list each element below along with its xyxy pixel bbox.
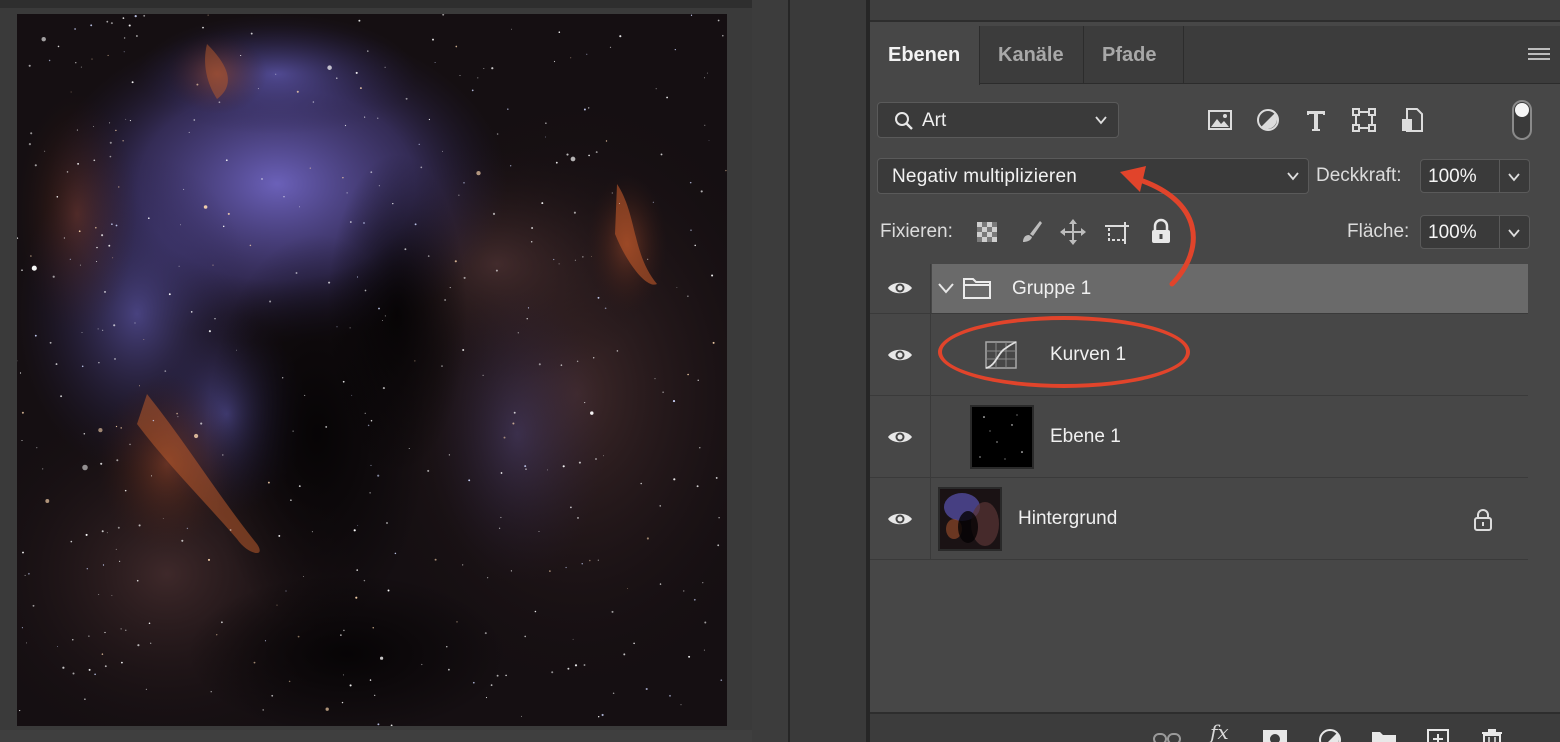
- fill-input[interactable]: 100%: [1420, 215, 1500, 249]
- panel-top-strip: [870, 0, 1560, 22]
- search-icon: [895, 112, 913, 130]
- document-image-nebula[interactable]: [17, 14, 727, 726]
- chevron-down-icon: [1508, 229, 1520, 238]
- new-layer-icon[interactable]: [1426, 724, 1450, 742]
- link-layers-icon[interactable]: [1152, 724, 1182, 742]
- canvas-vertical-scrollbar[interactable]: [752, 0, 788, 742]
- layer-name: Gruppe 1: [1012, 278, 1092, 299]
- opacity-label: Deckkraft:: [1316, 165, 1402, 186]
- layer-name: Hintergrund: [1018, 508, 1118, 529]
- layer-row-kurven-1[interactable]: Kurven 1: [870, 314, 1528, 396]
- adjustment-filter-icon[interactable]: [1254, 106, 1282, 134]
- layers-panel: Ebenen Kanäle Pfade Art Negativ multipli…: [870, 0, 1560, 742]
- layers-scrollbar[interactable]: [1528, 264, 1560, 712]
- eye-icon: [888, 282, 912, 294]
- nebula-thumbnail-image: [940, 489, 1000, 549]
- fill-value: 100%: [1428, 222, 1477, 243]
- stars-thumbnail-image: [972, 407, 1032, 467]
- lock-artboard-icon[interactable]: [1104, 218, 1130, 246]
- canvas-horizontal-scrollbar[interactable]: [0, 730, 752, 742]
- eye-icon: [888, 431, 912, 443]
- new-group-icon[interactable]: [1370, 724, 1398, 742]
- lock-transparent-pixels-icon[interactable]: [974, 218, 1000, 246]
- layer-thumbnail: [970, 405, 1034, 469]
- lock-position-icon[interactable]: [1060, 218, 1086, 246]
- visibility-toggle[interactable]: [870, 314, 931, 395]
- layer-lock-icon[interactable]: [1472, 508, 1494, 532]
- toggle-knob: [1515, 103, 1529, 117]
- tab-kanaele[interactable]: Kanäle: [980, 26, 1084, 84]
- filter-kind-label: Art: [922, 110, 947, 131]
- document-canvas-area[interactable]: [0, 0, 752, 742]
- layer-row-hintergrund[interactable]: Hintergrund: [870, 478, 1528, 560]
- delete-layer-icon[interactable]: [1480, 724, 1504, 742]
- curves-adjustment-icon: [985, 341, 1017, 369]
- layers-bottom-toolbar: fx: [870, 712, 1560, 742]
- image-filter-icon[interactable]: [1206, 106, 1234, 134]
- layer-thumbnail: [938, 487, 1002, 551]
- blend-mode-select[interactable]: Negativ multiplizieren: [877, 158, 1309, 194]
- visibility-toggle[interactable]: [870, 264, 931, 313]
- panel-dock-strip: [790, 0, 866, 742]
- panel-tabs-bar: Ebenen Kanäle Pfade: [870, 26, 1560, 85]
- layer-row-ebene-1[interactable]: Ebene 1: [870, 396, 1528, 478]
- filter-toggle-switch[interactable]: [1512, 100, 1532, 140]
- tab-pfade[interactable]: Pfade: [1084, 26, 1184, 84]
- visibility-toggle[interactable]: [870, 478, 931, 559]
- smart-object-filter-icon[interactable]: [1398, 106, 1426, 134]
- visibility-toggle[interactable]: [870, 396, 931, 477]
- canvas-top-strip: [0, 0, 752, 8]
- lock-image-pixels-icon[interactable]: [1018, 218, 1044, 246]
- chevron-down-icon: [1287, 172, 1299, 181]
- layer-filter-select[interactable]: Art: [877, 102, 1119, 138]
- eye-icon: [888, 349, 912, 361]
- lock-all-icon[interactable]: [1148, 218, 1174, 246]
- opacity-dropdown-button[interactable]: [1500, 159, 1530, 193]
- chevron-down-icon: [1095, 116, 1107, 125]
- layer-name: Ebene 1: [1050, 426, 1121, 447]
- layer-row-gruppe-1[interactable]: Gruppe 1: [870, 264, 1528, 314]
- nebula-artwork: [17, 14, 727, 726]
- tab-ebenen[interactable]: Ebenen: [870, 26, 980, 85]
- shape-filter-icon[interactable]: [1350, 106, 1378, 134]
- opacity-input[interactable]: 100%: [1420, 159, 1500, 193]
- folder-icon: [963, 278, 991, 299]
- chevron-down-icon[interactable]: [938, 282, 954, 294]
- type-filter-icon[interactable]: [1302, 106, 1330, 134]
- chevron-down-icon: [1508, 173, 1520, 182]
- add-mask-icon[interactable]: [1262, 724, 1288, 742]
- eye-icon: [888, 513, 912, 525]
- new-adjustment-icon[interactable]: [1318, 724, 1342, 742]
- panel-menu-icon[interactable]: [1528, 48, 1550, 62]
- fill-dropdown-button[interactable]: [1500, 215, 1530, 249]
- opacity-value: 100%: [1428, 166, 1477, 187]
- layer-name: Kurven 1: [1050, 344, 1127, 365]
- lock-label: Fixieren:: [880, 221, 953, 242]
- fx-icon[interactable]: fx: [1210, 720, 1229, 742]
- layers-list: Gruppe 1 Kurven 1 Ebene 1 Hintergrund: [870, 264, 1528, 560]
- fill-label: Fläche:: [1347, 221, 1410, 242]
- blend-mode-label: Negativ multiplizieren: [892, 166, 1077, 187]
